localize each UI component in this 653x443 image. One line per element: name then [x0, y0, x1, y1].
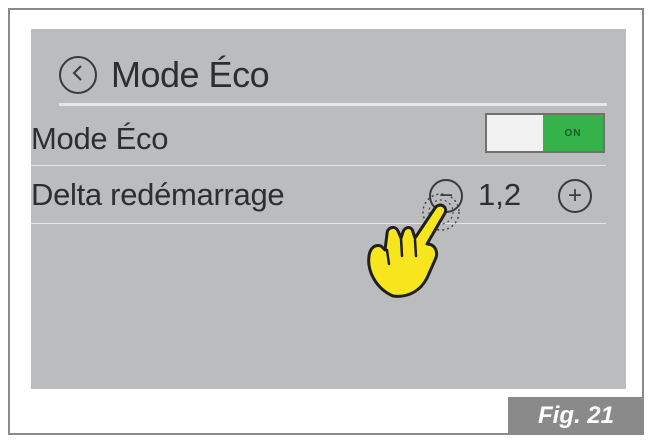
increment-button[interactable]: + [558, 179, 592, 213]
eco-mode-toggle[interactable]: ON [485, 113, 605, 153]
chevron-left-icon [71, 64, 85, 87]
device-screen: Mode Éco Mode Éco ON Delta redémarrage −… [31, 29, 626, 389]
toggle-on-indicator: ON [543, 115, 603, 151]
restart-delta-label: Delta redémarrage [31, 177, 285, 212]
row-divider [31, 223, 606, 224]
plus-icon: + [567, 182, 582, 209]
header-divider [59, 103, 607, 106]
row-divider [31, 165, 606, 166]
restart-delta-value: 1,2 [478, 177, 522, 212]
header: Mode Éco [59, 52, 270, 98]
page-title: Mode Éco [111, 54, 270, 95]
pointing-hand-icon [367, 193, 460, 298]
eco-mode-label: Mode Éco [31, 121, 169, 156]
figure-caption: Fig. 21 [508, 397, 644, 435]
back-button[interactable] [59, 56, 97, 94]
